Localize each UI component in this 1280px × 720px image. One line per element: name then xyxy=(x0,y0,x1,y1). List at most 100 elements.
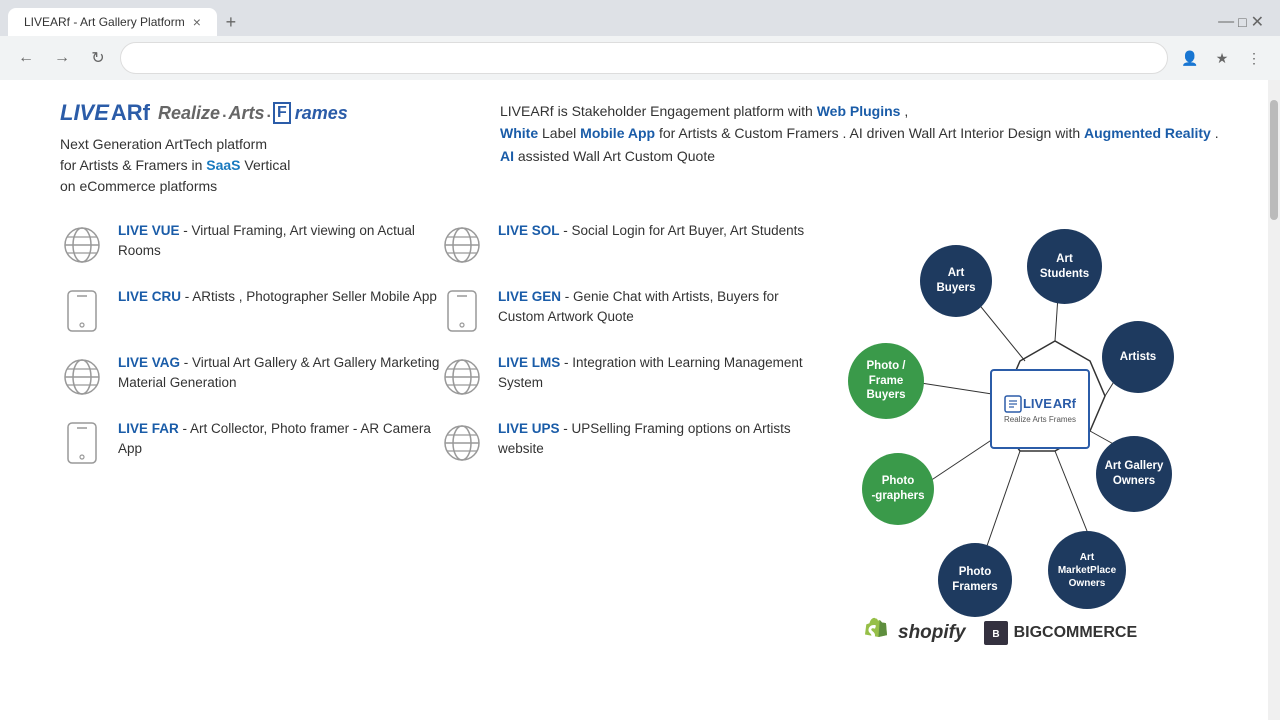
center-logo-svg xyxy=(1004,395,1022,413)
center-live-text: LIVE xyxy=(1023,396,1052,411)
brand-section: LIVE ARf Realize . Arts . F rames Next G… xyxy=(60,100,440,197)
shopify-text: shopify xyxy=(898,622,966,644)
description-section: LIVEARf is Stakeholder Engagement platfo… xyxy=(500,100,1220,197)
tab-close-button[interactable]: × xyxy=(193,14,201,30)
logo-frames: rames xyxy=(295,103,348,124)
node-art-buyers: ArtBuyers xyxy=(920,245,992,317)
desc-label: Label xyxy=(538,125,580,141)
node-photo-framers: PhotoFramers xyxy=(938,543,1012,617)
desc-prefix: LIVEARf is Stakeholder Engagement platfo… xyxy=(500,103,817,119)
feature-vag-name: LIVE VAG xyxy=(118,355,180,370)
nav-actions: 👤 ★ ⋮ xyxy=(1176,44,1268,72)
feature-sol: LIVE SOL - Social Login for Art Buyer, A… xyxy=(440,221,820,267)
bigcommerce-text: BIGCOMMERCE xyxy=(1014,624,1138,642)
globe-icon-ups xyxy=(440,421,484,465)
address-bar[interactable] xyxy=(120,42,1168,74)
center-arf-text: ARf xyxy=(1053,396,1076,411)
navigation-bar: ← → ↻ 👤 ★ ⋮ xyxy=(0,36,1280,80)
node-art-gallery-owners: Art GalleryOwners xyxy=(1096,436,1172,512)
feature-cru-text: LIVE CRU - ARtists , Photographer Seller… xyxy=(118,287,440,307)
mobile-icon-gen xyxy=(440,289,484,333)
minimize-button[interactable]: — xyxy=(1218,13,1234,31)
feature-lms: LIVE LMS - Integration with Learning Man… xyxy=(440,353,820,399)
logo-dot1: . xyxy=(222,104,226,122)
features-area: LIVE VUE - Virtual Framing, Art viewing … xyxy=(60,221,1220,641)
feature-far-text: LIVE FAR - Art Collector, Photo framer -… xyxy=(118,419,440,460)
feature-lms-text: LIVE LMS - Integration with Learning Man… xyxy=(498,353,820,394)
node-art-marketplace-owners: ArtMarketPlaceOwners xyxy=(1048,531,1126,609)
scroll-thumb[interactable] xyxy=(1270,100,1278,220)
globe-icon-vag xyxy=(60,355,104,399)
features-left: LIVE VUE - Virtual Framing, Art viewing … xyxy=(60,221,440,641)
desc-web-plugins: Web Plugins xyxy=(817,103,901,119)
tab-title: LIVEARf - Art Gallery Platform xyxy=(24,15,185,29)
feature-vag: LIVE VAG - Virtual Art Gallery & Art Gal… xyxy=(60,353,440,399)
center-logo-icon: LIVE ARf xyxy=(1004,395,1076,413)
node-photo-frame-buyers: Photo /Frame Buyers xyxy=(848,343,924,419)
desc-comma: , xyxy=(900,103,908,119)
feature-vue-name: LIVE VUE xyxy=(118,223,180,238)
feature-vag-text: LIVE VAG - Virtual Art Gallery & Art Gal… xyxy=(118,353,440,394)
node-art-students: ArtStudents xyxy=(1027,229,1102,304)
close-window-button[interactable]: ✕ xyxy=(1251,12,1264,32)
feature-gen-text: LIVE GEN - Genie Chat with Artists, Buye… xyxy=(498,287,820,328)
feature-cru: LIVE CRU - ARtists , Photographer Seller… xyxy=(60,287,440,333)
globe-icon-lms xyxy=(440,355,484,399)
account-button[interactable]: 👤 xyxy=(1176,44,1204,72)
feature-ups-name: LIVE UPS xyxy=(498,421,560,436)
svg-text:B: B xyxy=(992,629,999,640)
feature-far-name: LIVE FAR xyxy=(118,421,179,436)
feature-sol-name: LIVE SOL xyxy=(498,223,560,238)
browser-tab[interactable]: LIVEARf - Art Gallery Platform × xyxy=(8,8,217,36)
logo-realize: Realize xyxy=(158,103,220,124)
center-logo: LIVE ARf Realize Arts Frames xyxy=(990,369,1090,449)
logo-arf: ARf xyxy=(111,100,150,126)
tab-bar: LIVEARf - Art Gallery Platform × + — □ ✕ xyxy=(0,0,1280,36)
mobile-icon-cru xyxy=(60,289,104,333)
feature-cru-desc: - ARtists , Photographer Seller Mobile A… xyxy=(185,289,437,304)
feature-ups: LIVE UPS - UPSelling Framing options on … xyxy=(440,419,820,465)
desc-dot: . xyxy=(1211,125,1219,141)
desc-mid: for Artists & Custom Framers . AI driven… xyxy=(655,125,1084,141)
bottom-logos: shopify B BIGCOMMERCE xyxy=(860,615,1137,651)
tagline-line3: Vertical xyxy=(241,157,291,173)
desc-mobile-app: Mobile App xyxy=(580,125,655,141)
logo-live: LIVE xyxy=(60,100,109,126)
globe-icon-sol xyxy=(440,223,484,267)
bigcommerce-icon: B xyxy=(982,619,1010,647)
globe-icon-vue xyxy=(60,223,104,267)
diagram-area: ArtBuyers ArtStudents Artists Art Galler… xyxy=(820,221,1220,641)
desc-suffix: assisted Wall Art Custom Quote xyxy=(514,148,715,164)
refresh-button[interactable]: ↻ xyxy=(84,44,112,72)
scroll-area[interactable] xyxy=(1268,80,1280,720)
logo-dot2: . xyxy=(267,104,271,122)
forward-button[interactable]: → xyxy=(48,44,76,72)
logo-box: F xyxy=(273,102,291,124)
feature-lms-name: LIVE LMS xyxy=(498,355,560,370)
features-right: LIVE SOL - Social Login for Art Buyer, A… xyxy=(440,221,820,641)
desc-ai: AI xyxy=(500,148,514,164)
menu-button[interactable]: ⋮ xyxy=(1240,44,1268,72)
tagline-line1: Next Generation ArtTech platform xyxy=(60,136,267,152)
feature-ups-text: LIVE UPS - UPSelling Framing options on … xyxy=(498,419,820,460)
feature-gen-name: LIVE GEN xyxy=(498,289,561,304)
stakeholder-diagram: ArtBuyers ArtStudents Artists Art Galler… xyxy=(840,221,1200,641)
page-content: LIVE ARf Realize . Arts . F rames Next G… xyxy=(0,80,1280,720)
logo-arts: Arts xyxy=(229,103,265,124)
shopify-icon xyxy=(860,615,892,651)
tagline-line2: for Artists & Framers in xyxy=(60,157,206,173)
maximize-button[interactable]: □ xyxy=(1238,14,1246,30)
feature-sol-text: LIVE SOL - Social Login for Art Buyer, A… xyxy=(498,221,820,241)
desc-white: White xyxy=(500,125,538,141)
browser-chrome: LIVEARf - Art Gallery Platform × + — □ ✕… xyxy=(0,0,1280,80)
node-photographers: Photo-graphers xyxy=(862,453,934,525)
node-artists: Artists xyxy=(1102,321,1174,393)
feature-vue: LIVE VUE - Virtual Framing, Art viewing … xyxy=(60,221,440,267)
back-button[interactable]: ← xyxy=(12,44,40,72)
feature-vue-text: LIVE VUE - Virtual Framing, Art viewing … xyxy=(118,221,440,262)
new-tab-button[interactable]: + xyxy=(217,8,245,36)
feature-cru-name: LIVE CRU xyxy=(118,289,181,304)
bigcommerce-logo: B BIGCOMMERCE xyxy=(982,619,1138,647)
mobile-icon-far xyxy=(60,421,104,465)
bookmark-button[interactable]: ★ xyxy=(1208,44,1236,72)
